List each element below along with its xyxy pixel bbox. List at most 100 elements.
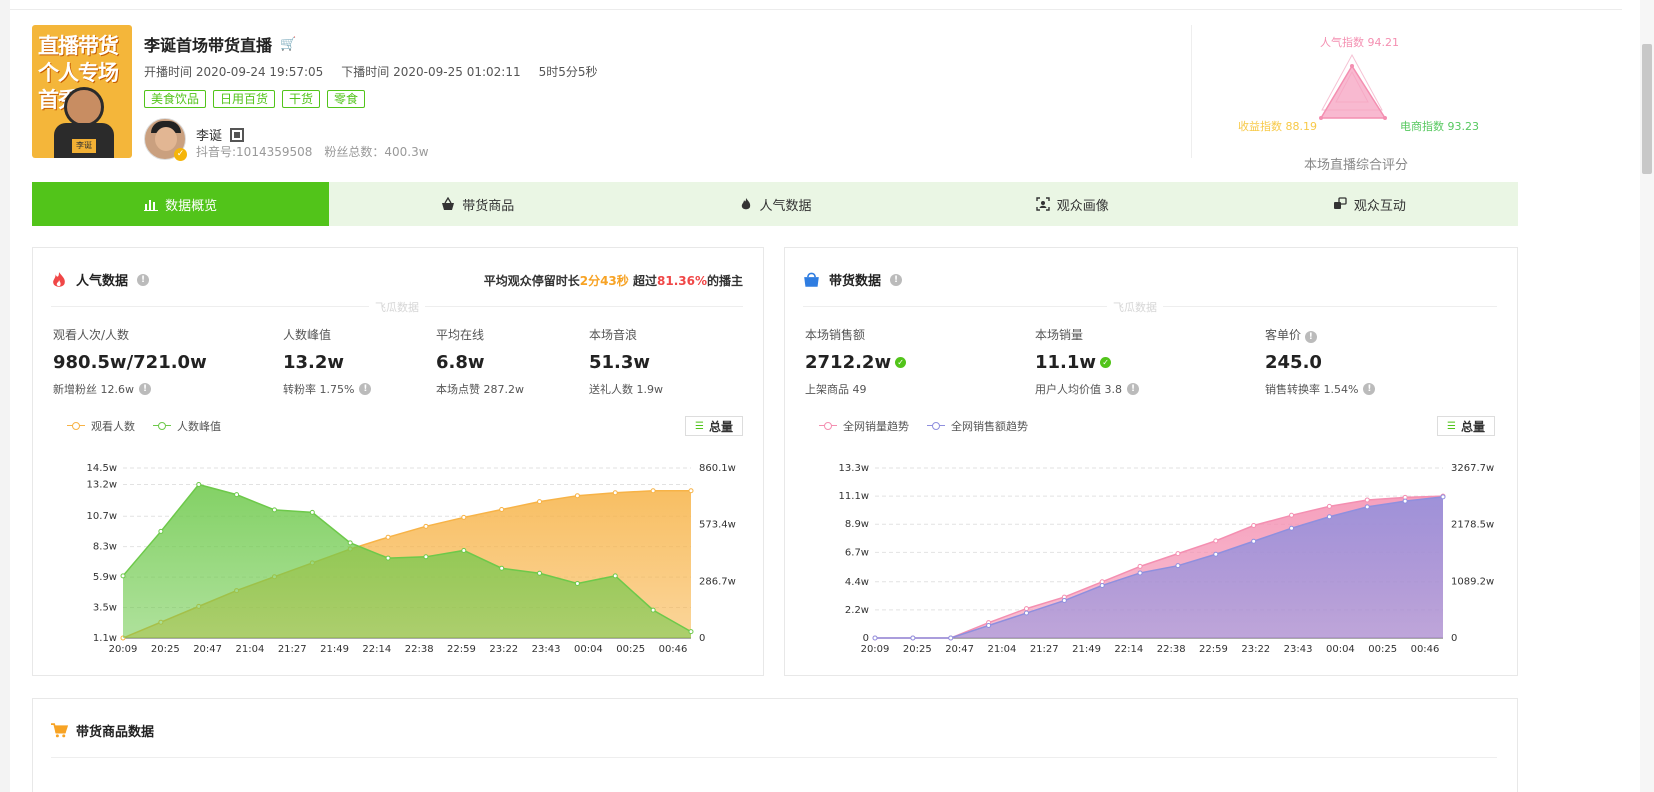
pop-series-1-point	[309, 509, 315, 515]
sales-series-1-point	[910, 635, 916, 641]
tag-dry-goods[interactable]: 干货	[282, 90, 321, 108]
legend-sales-amount[interactable]: 全网销售额趋势	[927, 418, 1028, 434]
pop-x-tick-label: 23:43	[532, 644, 561, 655]
help-icon[interactable]: !	[359, 383, 372, 395]
pop-x-tick-label: 21:49	[320, 644, 349, 655]
legend-label: 人数峰值	[177, 420, 221, 433]
anchor-name[interactable]: 李诞	[196, 125, 222, 144]
pop-x-tick-label: 21:27	[278, 644, 307, 655]
metric-sub: 送礼人数 1.9w	[589, 381, 663, 397]
metric-sub-text: 销售转换率 1.54%	[1265, 383, 1359, 396]
avatar-face	[155, 127, 177, 151]
tab-audience-interaction[interactable]: 观众互动	[1221, 182, 1518, 226]
pop-series-1-point	[574, 580, 580, 586]
radar-caption: 本场直播综合评分	[1304, 158, 1409, 173]
tab-data-overview[interactable]: 数据概览	[32, 182, 330, 226]
section-divider	[51, 757, 1497, 758]
pop-left-tick-label: 13.2w	[87, 479, 117, 490]
sales-series-1-point	[1402, 498, 1408, 504]
live-cover-image[interactable]: 直播带货个人专场首秀 李诞	[32, 25, 132, 158]
legend-label: 全网销量趋势	[843, 420, 909, 433]
radar-label-revenue: 收益指数 88.19	[1238, 120, 1317, 133]
legend-sales-volume[interactable]: 全网销量趋势	[819, 418, 909, 434]
pop-x-tick-label: 20:47	[193, 644, 222, 655]
sales-left-tick-label: 4.4w	[845, 577, 869, 588]
tab-popularity[interactable]: 人气数据	[626, 182, 923, 226]
sales-series-1-point	[1326, 514, 1332, 520]
metric-unit-price: 客单价 ! 245.0 销售转换率 1.54%!	[1265, 326, 1376, 397]
bar-chart-icon	[144, 197, 159, 211]
sales-x-tick-label: 21:27	[1030, 644, 1059, 655]
tag-daily-goods[interactable]: 日用百货	[213, 90, 276, 108]
pop-series-1-point	[271, 507, 277, 513]
sales-x-tick-label: 20:25	[903, 644, 932, 655]
radar-divider	[1191, 25, 1192, 158]
sales-series-1-point	[1364, 504, 1370, 510]
pop-x-tick-label: 00:46	[659, 644, 688, 655]
note-suffix: 的播主	[706, 274, 743, 288]
sales-series-1-point	[1440, 494, 1446, 500]
metric-value: 980.5w/721.0w	[53, 352, 207, 373]
verified-check-icon: ✓	[1100, 357, 1112, 368]
total-toggle-button[interactable]: ☰ 总量	[685, 416, 743, 436]
radar-label-ecommerce: 电商指数 93.23	[1400, 120, 1479, 133]
sales-series-0-point	[1213, 538, 1219, 544]
help-icon[interactable]: !	[890, 273, 903, 286]
tag-food-drink[interactable]: 美食饮品	[144, 90, 207, 108]
help-icon[interactable]: !	[137, 273, 150, 286]
sales-x-tick-label: 22:38	[1157, 644, 1186, 655]
sales-title: 带货数据	[829, 274, 882, 289]
total-toggle-button[interactable]: ☰ 总量	[1437, 416, 1495, 436]
sales-x-tick-label: 20:09	[861, 644, 890, 655]
pop-series-1-point	[650, 607, 656, 613]
scrollbar[interactable]	[1640, 0, 1654, 792]
pop-series-1-point	[347, 540, 353, 546]
room-title[interactable]: 李诞首场带货直播	[144, 32, 272, 56]
start-time: 2020-09-24 19:57:05	[195, 65, 324, 79]
pop-series-1-point	[688, 629, 694, 635]
total-label: 总量	[708, 419, 733, 434]
douyin-id: 抖音号:1014359508	[196, 145, 313, 159]
metric-avg-online: 平均在线 6.8w 本场点赞 287.2w	[436, 326, 524, 397]
tab-audience-portrait[interactable]: 观众画像	[924, 182, 1221, 226]
top-divider	[10, 0, 1622, 10]
metric-value: 245.0	[1265, 352, 1322, 373]
sales-series-1-point	[1251, 538, 1257, 544]
sales-left-tick-label: 8.9w	[845, 519, 869, 530]
metric-sub-text: 转粉率 1.75%	[283, 383, 355, 396]
sales-x-tick-label: 20:47	[945, 644, 974, 655]
help-icon[interactable]: !	[1127, 383, 1139, 395]
legend-swatch	[927, 421, 945, 431]
room-title-row: 李诞首场带货直播 🛒	[144, 32, 296, 56]
stay-time-note: 平均观众停留时长2分43秒 超过81.36%的播主	[484, 272, 743, 289]
pop-series-1-point	[234, 492, 240, 498]
toggle-icon: ☰	[1447, 420, 1456, 432]
note-mid: 超过	[632, 274, 657, 288]
left-gutter	[0, 0, 10, 792]
sales-left-tick-label: 11.1w	[839, 491, 869, 502]
avg-stay-time: 2分43秒	[579, 274, 629, 288]
legend-peak[interactable]: 人数峰值	[153, 418, 221, 434]
metric-label: 人数峰值	[283, 328, 332, 342]
pop-series-0-point	[385, 534, 391, 540]
help-icon[interactable]: !	[1363, 383, 1376, 395]
qr-code-icon[interactable]	[230, 127, 245, 142]
metric-sound-wave: 本场音浪 51.3w 送礼人数 1.9w	[589, 326, 663, 397]
tab-products[interactable]: 带货商品	[329, 182, 626, 226]
pop-series-0-point	[650, 488, 656, 494]
help-icon[interactable]: !	[1304, 331, 1317, 343]
metric-sub: 新增粉丝 12.6w!	[53, 381, 207, 397]
sales-x-tick-label: 22:14	[1114, 644, 1143, 655]
metric-label: 平均在线	[436, 328, 485, 342]
fans-count: 粉丝总数：400.3w	[324, 145, 429, 159]
help-icon[interactable]: !	[139, 383, 151, 395]
flame-icon	[739, 197, 753, 211]
pop-left-tick-label: 10.7w	[87, 511, 117, 522]
popularity-title: 人气数据	[76, 274, 129, 289]
scrollbar-thumb[interactable]	[1642, 44, 1652, 174]
tag-snacks[interactable]: 零食	[327, 90, 366, 108]
popularity-panel-header: 人气数据 !	[51, 270, 150, 289]
sales-left-tick-label: 13.3w	[839, 463, 869, 474]
legend-viewers[interactable]: 观看人数	[67, 418, 135, 434]
pop-x-tick-label: 20:09	[109, 644, 138, 655]
